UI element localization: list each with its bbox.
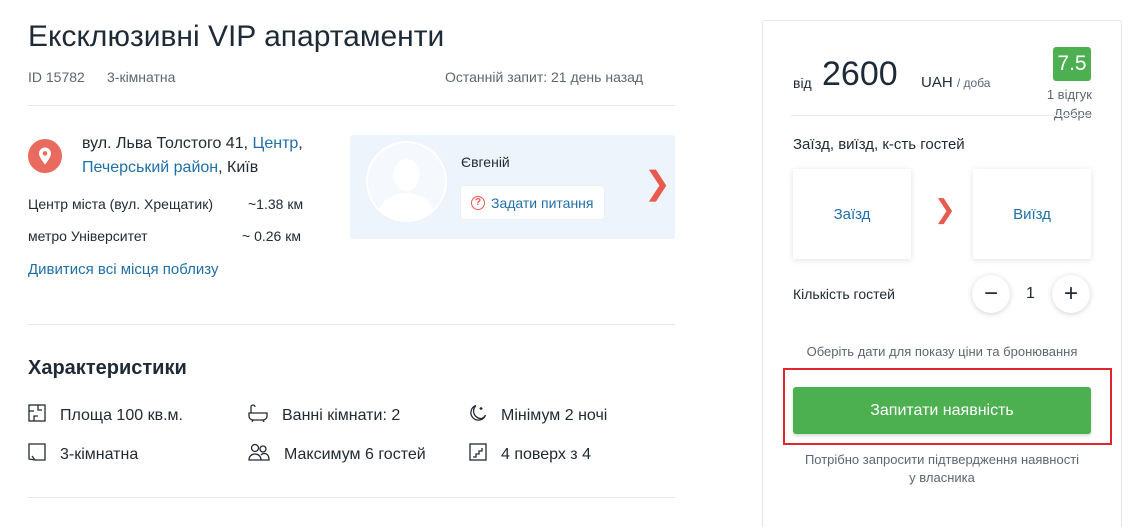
rating-badge: 7.5 (1053, 47, 1091, 81)
feature-label: 3-кімнатна (60, 445, 139, 463)
rating-word: Добре (1053, 106, 1092, 121)
feature-label: Максимум 6 гостей (284, 445, 426, 463)
divider (28, 497, 675, 498)
feature-min-nights: Мінімум 2 ночі (469, 404, 607, 427)
divider (28, 324, 675, 325)
guests-icon (248, 443, 270, 466)
price-unit: UAH / доба (921, 74, 990, 91)
reviews-link[interactable]: 1 відгук (1047, 87, 1092, 102)
chevron-right-icon[interactable]: ❯ (644, 167, 671, 199)
location-pin-icon (28, 139, 62, 173)
street-text: вул. Льва Толстого 41, (82, 135, 253, 152)
per-night: / доба (956, 76, 991, 90)
page-title: Ексклюзивні VIP апартаменти (28, 20, 445, 53)
feature-label: Ванні кімнати: 2 (282, 406, 401, 424)
stay-label: Заїзд, виїзд, к-сть гостей (793, 136, 965, 153)
feature-label: Мінімум 2 ночі (501, 406, 608, 424)
rooms-link[interactable]: 3-кімнатна (107, 69, 175, 85)
currency: UAH (921, 74, 953, 91)
host-name: Євгеній (461, 154, 510, 170)
feature-guests: Максимум 6 гостей (248, 443, 426, 466)
center-link[interactable]: Центр (253, 135, 299, 152)
last-request-text: Останній запит: 21 день назад (445, 69, 644, 85)
feature-rooms: 3-кімнатна (28, 443, 138, 466)
price-from: від (793, 75, 812, 91)
note-line: у власника (909, 470, 975, 485)
distance-value-metro: ~ 0.26 км (242, 228, 301, 244)
comma: , (298, 135, 303, 152)
price-hint: Оберіть дати для показу ціни та бронюван… (806, 344, 1078, 359)
address: вул. Льва Толстого 41, Центр, Печерський… (82, 132, 303, 180)
feature-area: Площа 100 кв.м. (28, 404, 183, 427)
listing-id: ID 15782 (28, 69, 85, 85)
divider (28, 105, 675, 106)
feature-label: Площа 100 кв.м. (60, 406, 183, 424)
host-card: Євгеній ? Задати питання ❯ (350, 135, 675, 239)
divider (791, 115, 1091, 116)
guests-label: Кількість гостей (793, 286, 896, 302)
arrow-right-icon: ❯ (934, 195, 956, 225)
metro-link[interactable]: метро Університет (28, 228, 148, 244)
guests-count: 1 (1026, 285, 1035, 302)
increase-guests-button[interactable]: + (1052, 275, 1090, 313)
floor-plan-icon (28, 404, 46, 427)
feature-label: 4 поверх з 4 (501, 445, 591, 463)
distance-value-center: ~1.38 км (248, 196, 304, 212)
highlight-box (783, 368, 1112, 445)
stairs-icon (469, 443, 487, 466)
district-link[interactable]: Печерський район (82, 159, 218, 176)
decrease-guests-button[interactable]: − (972, 275, 1010, 313)
feature-floor: 4 поверх з 4 (469, 443, 591, 466)
nearby-places-link[interactable]: Дивитися всі місця поблизу (28, 261, 218, 278)
bathtub-icon (248, 404, 268, 427)
room-icon (28, 443, 46, 466)
availability-note: Потрібно запросити підтвердження наявнос… (763, 451, 1121, 487)
price-value: 2600 (822, 55, 898, 93)
checkin-field[interactable]: Заїзд (793, 169, 911, 259)
distance-label-center: Центр міста (вул. Хрещатик) (28, 196, 213, 212)
reviews-info: 1 відгук Добре (1047, 85, 1092, 123)
booking-panel: від 2600 UAH / доба 7.5 1 відгук Добре З… (762, 20, 1122, 527)
ask-question-label: Задати питання (491, 194, 594, 211)
checkout-field[interactable]: Виїзд (973, 169, 1091, 259)
avatar (366, 141, 447, 222)
features-title: Характеристики (28, 357, 187, 379)
note-line: Потрібно запросити підтвердження наявнос… (804, 452, 1080, 467)
question-icon: ? (471, 195, 485, 210)
moon-night-icon (469, 404, 487, 427)
ask-question-button[interactable]: ? Задати питання (461, 186, 604, 219)
city-text: , Київ (218, 159, 259, 176)
feature-bathrooms: Ванні кімнати: 2 (248, 404, 400, 427)
